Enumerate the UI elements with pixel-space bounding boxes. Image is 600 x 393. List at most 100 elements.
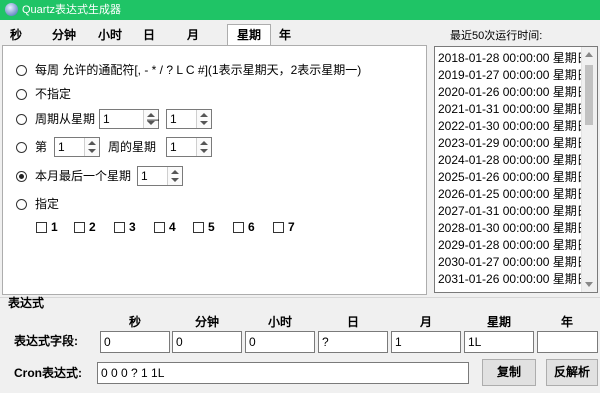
- radio-nth-week[interactable]: [16, 142, 27, 153]
- col-header-year: 年: [560, 315, 573, 329]
- checkbox-label-4: 4: [169, 220, 176, 234]
- checkbox-label-1: 1: [51, 220, 58, 234]
- last-weekday-stepper[interactable]: 1: [137, 166, 183, 186]
- weekday-field[interactable]: 1L: [464, 331, 534, 353]
- stepper-up-icon[interactable]: [200, 113, 208, 117]
- hour-field[interactable]: 0: [245, 331, 315, 353]
- checkbox-label-7: 7: [288, 220, 295, 234]
- month-field[interactable]: 1: [391, 331, 461, 353]
- run-times-label: 最近50次运行时间:: [450, 30, 543, 42]
- checkbox-label-2: 2: [89, 220, 96, 234]
- list-item[interactable]: 2031-01-26 00:00:00 星期日: [438, 271, 589, 288]
- nth-day-stepper[interactable]: 1: [166, 137, 212, 157]
- tab-strip: 秒 分钟 小时 日 月 星期 年: [0, 24, 430, 46]
- stepper-down-icon[interactable]: [200, 149, 208, 153]
- tab-year[interactable]: 年: [274, 26, 296, 44]
- weekday-tab-panel: 每周 允许的通配符[, - * / ? L C #](1表示星期天，2表示星期一…: [2, 45, 427, 295]
- col-header-second: 秒: [128, 315, 141, 329]
- minute-field[interactable]: 0: [172, 331, 242, 353]
- stepper-up-icon[interactable]: [88, 141, 96, 145]
- stepper-up-icon[interactable]: [200, 141, 208, 145]
- app-icon: [5, 3, 18, 16]
- cron-expression-value: 0 0 0 ? 1 1L: [101, 366, 165, 380]
- checkbox-2[interactable]: [74, 222, 85, 233]
- last-weekday-arrows[interactable]: [167, 167, 182, 185]
- label-range: 周期从星期: [35, 112, 96, 126]
- checkbox-label-6: 6: [248, 220, 255, 234]
- stepper-down-icon[interactable]: [171, 178, 179, 182]
- list-item[interactable]: 2027-01-31 00:00:00 星期日: [438, 203, 589, 220]
- last-weekday-value: 1: [141, 169, 148, 183]
- radio-unspecified[interactable]: [16, 89, 27, 100]
- radio-every-week[interactable]: [16, 65, 27, 76]
- list-item[interactable]: 2028-01-30 00:00:00 星期日: [438, 220, 589, 237]
- list-item[interactable]: 2030-01-27 00:00:00 星期日: [438, 254, 589, 271]
- year-field[interactable]: [537, 331, 598, 353]
- nth-week-arrows[interactable]: [84, 138, 99, 156]
- nth-day-arrows[interactable]: [196, 138, 211, 156]
- checkbox-4[interactable]: [154, 222, 165, 233]
- field-row-label: 表达式字段:: [14, 334, 78, 348]
- parse-button[interactable]: 反解析: [546, 359, 598, 386]
- list-item[interactable]: 2019-01-27 00:00:00 星期日: [438, 67, 589, 84]
- tab-hour[interactable]: 小时: [92, 26, 128, 44]
- radio-range[interactable]: [16, 114, 27, 125]
- col-header-minute: 分钟: [194, 315, 219, 329]
- range-to-value: 1: [170, 112, 177, 126]
- radio-last-weekday[interactable]: [16, 171, 27, 182]
- scroll-up-icon[interactable]: [585, 52, 593, 57]
- radio-specify[interactable]: [16, 199, 27, 210]
- checkbox-label-5: 5: [208, 220, 215, 234]
- cron-label: Cron表达式:: [14, 366, 82, 380]
- title-bar: Quartz表达式生成器: [0, 0, 600, 20]
- label-nth-prefix: 第: [35, 140, 48, 154]
- label-specify: 指定: [35, 197, 60, 211]
- list-item[interactable]: 2024-01-28 00:00:00 星期日: [438, 152, 589, 169]
- list-item[interactable]: 2022-01-30 00:00:00 星期日: [438, 118, 589, 135]
- range-to-stepper[interactable]: 1: [166, 109, 212, 129]
- tab-month[interactable]: 月: [182, 26, 204, 44]
- list-item[interactable]: 2020-01-26 00:00:00 星期日: [438, 84, 589, 101]
- month-field-value: 1: [395, 335, 402, 349]
- list-item[interactable]: 2026-01-25 00:00:00 星期日: [438, 186, 589, 203]
- label-every-week: 每周 允许的通配符[, - * / ? L C #](1表示星期天，2表示星期一…: [35, 63, 362, 77]
- window-title: Quartz表达式生成器: [22, 4, 122, 16]
- checkbox-5[interactable]: [193, 222, 204, 233]
- range-to-arrows[interactable]: [196, 110, 211, 128]
- stepper-down-icon[interactable]: [200, 121, 208, 125]
- tab-minute[interactable]: 分钟: [46, 26, 82, 44]
- tab-weekday[interactable]: 星期: [227, 24, 271, 45]
- list-item[interactable]: 2018-01-28 00:00:00 星期日: [438, 50, 589, 67]
- checkbox-6[interactable]: [233, 222, 244, 233]
- scroll-down-icon[interactable]: [585, 282, 593, 287]
- scroll-thumb[interactable]: [585, 65, 593, 125]
- tab-second[interactable]: 秒: [4, 26, 28, 44]
- col-header-day: 日: [346, 315, 359, 329]
- list-item[interactable]: 2025-01-26 00:00:00 星期日: [438, 169, 589, 186]
- run-times-scrollbar[interactable]: [581, 47, 597, 292]
- nth-week-stepper[interactable]: 1: [54, 137, 100, 157]
- checkbox-1[interactable]: [36, 222, 47, 233]
- checkbox-7[interactable]: [273, 222, 284, 233]
- tab-day[interactable]: 日: [138, 26, 160, 44]
- col-header-hour: 小时: [267, 315, 292, 329]
- day-field[interactable]: ?: [318, 331, 388, 353]
- nth-day-value: 1: [170, 140, 177, 154]
- list-item[interactable]: 2021-01-31 00:00:00 星期日: [438, 101, 589, 118]
- nth-week-value: 1: [58, 140, 65, 154]
- stepper-down-icon[interactable]: [88, 149, 96, 153]
- copy-button[interactable]: 复制: [482, 359, 536, 386]
- second-field[interactable]: 0: [100, 331, 170, 353]
- minute-field-value: 0: [176, 335, 183, 349]
- range-from-value: 1: [103, 112, 110, 126]
- weekday-field-value: 1L: [468, 335, 482, 349]
- section-divider: [0, 297, 600, 298]
- run-times-list[interactable]: 2018-01-28 00:00:00 星期日 2019-01-27 00:00…: [434, 46, 598, 293]
- second-field-value: 0: [104, 335, 111, 349]
- stepper-up-icon[interactable]: [171, 170, 179, 174]
- cron-expression-input[interactable]: 0 0 0 ? 1 1L: [97, 362, 469, 384]
- list-item[interactable]: 2023-01-29 00:00:00 星期日: [438, 135, 589, 152]
- list-item[interactable]: 2029-01-28 00:00:00 星期日: [438, 237, 589, 254]
- hour-field-value: 0: [249, 335, 256, 349]
- checkbox-3[interactable]: [114, 222, 125, 233]
